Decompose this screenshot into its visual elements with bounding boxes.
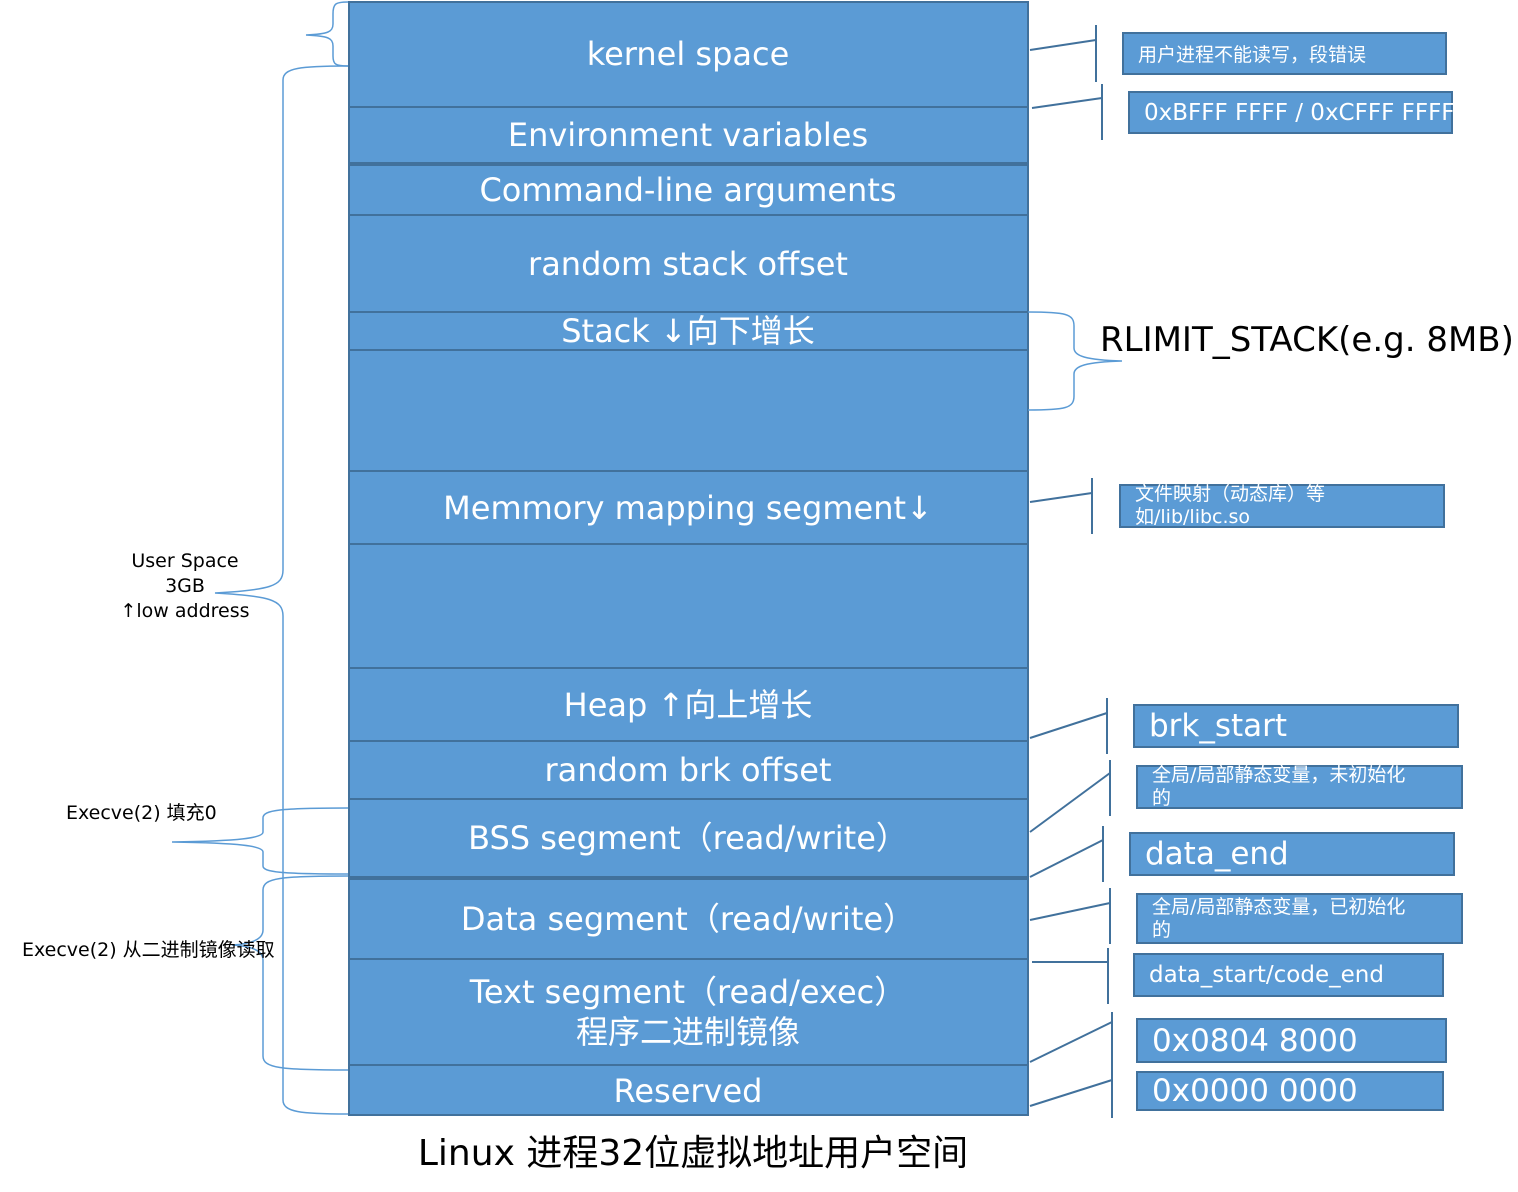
annotation-text-line2: 如/lib/libc.so xyxy=(1135,506,1251,528)
annotation-kernel-address: 0xBFFF FFFF / 0xCFFF FFFF xyxy=(1128,91,1455,134)
annotation-zero-address: 0x0000 0000 xyxy=(1136,1071,1444,1111)
annotation-kernel-note: 用户进程不能读写，段错误 xyxy=(1122,32,1447,75)
annotation-text: 0x0804 8000 xyxy=(1152,1022,1358,1059)
label-user-space-line2: 3GB xyxy=(165,575,205,597)
annotation-text-line2: 的 xyxy=(1152,918,1172,941)
annotation-text: data_end xyxy=(1145,836,1289,872)
annotation-text: data_start/code_end xyxy=(1149,962,1384,988)
annotation-brk-start: brk_start xyxy=(1133,704,1459,748)
annotation-text-line1: 全局/局部静态变量，未初始化 xyxy=(1152,764,1406,787)
label-user-space-line3: ↑low address xyxy=(120,600,250,622)
annotation-text: brk_start xyxy=(1149,708,1288,744)
annotation-text-line2: 的 xyxy=(1152,787,1172,809)
annotation-data-note: 全局/局部静态变量，已初始化 的 xyxy=(1136,893,1463,944)
annotation-text: 用户进程不能读写，段错误 xyxy=(1138,44,1367,66)
label-exec-read: Execve(2) 从二进制镜像读取 xyxy=(22,939,275,961)
annotation-rlimit-stack: RLIMIT_STACK(e.g. 8MB) xyxy=(1100,320,1514,360)
diagram-title: Linux 进程32位虚拟地址用户空间 xyxy=(417,1133,969,1174)
annotation-text: 0x0000 0000 xyxy=(1152,1073,1358,1109)
annotation-text-line1: 文件映射（动态库）等 xyxy=(1135,483,1326,506)
annotation-data-start: data_start/code_end xyxy=(1133,953,1444,997)
annotation-mmap-note: 文件映射（动态库）等 如/lib/libc.so xyxy=(1119,483,1445,528)
label-user-space: User Space 3GB ↑low address xyxy=(110,549,260,624)
annotation-text-address: 0x0804 8000 xyxy=(1136,1018,1447,1063)
annotation-bss-note: 全局/局部静态变量，未初始化 的 xyxy=(1136,764,1463,809)
label-bss-fill: Execve(2) 填充0 xyxy=(66,802,217,824)
label-user-space-line1: User Space xyxy=(131,550,239,572)
annotation-data-end: data_end xyxy=(1129,832,1455,876)
annotation-text: 0xBFFF FFFF / 0xCFFF FFFF xyxy=(1144,99,1455,126)
annotation-text-line1: 全局/局部静态变量，已初始化 xyxy=(1152,895,1406,918)
